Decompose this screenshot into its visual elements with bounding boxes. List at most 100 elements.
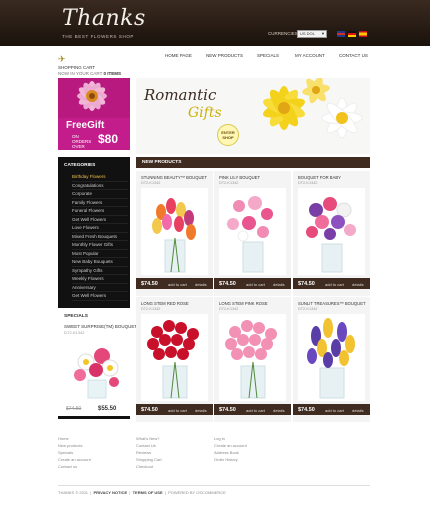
currency-value: US DOL	[300, 31, 315, 36]
category-item[interactable]: Funeral Flowers	[72, 207, 128, 216]
category-item[interactable]: Congratulations	[72, 182, 128, 190]
terms-link[interactable]: TERMS OF USE	[133, 490, 163, 495]
promo-condition: ON ORDERS OVER	[72, 134, 92, 149]
details-button[interactable]: details	[195, 408, 207, 413]
product-name[interactable]: LONG STEM PINK ROSE	[219, 301, 268, 306]
product-card: SUNLIT TREASURES™ BOUQUET DT2-K1342 $74.…	[293, 297, 370, 422]
category-item[interactable]: Love Flowers	[72, 224, 128, 233]
product-card: LONG STEM PINK ROSE DT2-K1342 $74.50 add…	[214, 297, 291, 422]
cart-count[interactable]: 0 ITEMS	[104, 71, 122, 76]
cart-summary: NOW IN YOUR CART 0 ITEMS	[58, 71, 122, 76]
product-code: DT2-K1342	[141, 307, 161, 311]
product-code: DT2-K1342	[141, 181, 161, 185]
product-name[interactable]: LONG STEM RED ROSE	[141, 301, 189, 306]
footer-link[interactable]: Order History	[214, 457, 247, 464]
privacy-link[interactable]: PRIVACY NOTICE	[93, 490, 127, 495]
german-flag-icon[interactable]	[348, 31, 356, 37]
footer-link[interactable]: Reviews	[136, 450, 162, 457]
product-image[interactable]	[219, 188, 286, 275]
main-nav: HOME PAGE NEW PRODUCTS SPECIALS MY ACCOU…	[157, 53, 369, 63]
footer-link[interactable]: Create an account	[214, 443, 247, 450]
category-item[interactable]: Most Popular	[72, 250, 128, 258]
category-item[interactable]: Mixed Fresh Bouquets	[72, 233, 128, 241]
english-flag-icon[interactable]	[337, 31, 345, 37]
shopping-cart-icon[interactable]: ✈	[58, 54, 66, 65]
specials-product-name[interactable]: SWEET SURPRISE(TM) BOUQUET	[64, 324, 137, 329]
currencies-label: CURRENCIES:	[268, 31, 300, 36]
footer-link[interactable]: Log in	[214, 436, 247, 443]
cart-title[interactable]: SHOPPING CART	[58, 65, 95, 70]
product-action-bar: $74.50 add to cart details	[136, 404, 213, 415]
categories-list: Birthday Flowers Congratulations Corpora…	[72, 173, 128, 301]
specials-product-code: DT2-K1342	[64, 330, 85, 335]
footer-link[interactable]: Checkout	[136, 464, 162, 471]
product-image[interactable]	[219, 314, 286, 401]
site-tagline: THE BEST FLOWERS SHOP	[62, 34, 135, 39]
nav-contact-us[interactable]: CONTACT US	[339, 53, 368, 58]
category-item[interactable]: Birthday Flowers	[72, 173, 128, 182]
category-item[interactable]: Sympathy Gifts	[72, 267, 128, 275]
category-item[interactable]: New Baby Bouquets	[72, 258, 128, 267]
site-logo[interactable]: Thanks	[62, 6, 146, 31]
footer-link[interactable]: Contact us	[58, 464, 91, 471]
product-price: $74.50	[298, 281, 315, 287]
footer-link[interactable]: Contact Us	[136, 443, 162, 450]
category-item[interactable]: Get Well Flowers	[72, 216, 128, 224]
hero-banner[interactable]: Romantic Gifts ENTER SHOP	[136, 78, 370, 154]
footer-link[interactable]: Specials	[58, 450, 91, 457]
product-name[interactable]: BOUQUET FOR BABY	[298, 175, 341, 180]
footer-link[interactable]: Address Book	[214, 450, 247, 457]
add-to-cart-button[interactable]: add to cart	[325, 408, 344, 413]
footer-link[interactable]: Create an account	[58, 457, 91, 464]
add-to-cart-button[interactable]: add to cart	[168, 282, 187, 287]
nav-home[interactable]: HOME PAGE	[165, 53, 192, 58]
footer-column-account: Log in Create an account Address Book Or…	[214, 436, 247, 464]
category-item[interactable]: Corporate	[72, 190, 128, 199]
product-name[interactable]: STUNNING BEAUTY™ BOUQUET	[141, 175, 207, 180]
free-gift-promo[interactable]: FreeGift ON ORDERS OVER $80	[58, 78, 130, 150]
footer-link[interactable]: New products	[58, 443, 91, 450]
product-image[interactable]	[298, 314, 365, 401]
product-price: $74.50	[141, 407, 158, 413]
details-button[interactable]: details	[273, 408, 285, 413]
footer-link[interactable]: Shopping Cart	[136, 457, 162, 464]
product-name[interactable]: PINK LILY BOUQUET	[219, 175, 260, 180]
category-item[interactable]: Weekly Flowers	[72, 275, 128, 284]
powered-by-link[interactable]: POWERED BY OSCOMMERCE	[168, 490, 226, 495]
spanish-flag-icon[interactable]	[359, 31, 367, 37]
category-item[interactable]: Anniversary	[72, 284, 128, 292]
footer-link[interactable]: What's New?	[136, 436, 162, 443]
nav-new-products[interactable]: NEW PRODUCTS	[206, 53, 243, 58]
promo-threshold: $80	[98, 132, 119, 146]
product-action-bar: $74.50 add to cart details	[293, 404, 370, 415]
footer-column-main: Home New products Specials Create an acc…	[58, 436, 91, 471]
product-image[interactable]	[141, 188, 208, 275]
product-name[interactable]: SUNLIT TREASURES™ BOUQUET	[298, 301, 366, 306]
category-item[interactable]: Monthly Flower Gifts	[72, 241, 128, 250]
promo-headline: FreeGift	[66, 120, 105, 131]
product-image[interactable]	[298, 188, 365, 275]
add-to-cart-button[interactable]: add to cart	[325, 282, 344, 287]
details-button[interactable]: details	[273, 282, 285, 287]
product-image[interactable]	[141, 314, 208, 401]
add-to-cart-button[interactable]: add to cart	[246, 282, 265, 287]
footer-bottom: THANKS © 2011 | PRIVACY NOTICE | TERMS O…	[58, 490, 226, 495]
nav-specials[interactable]: SPECIALS	[257, 53, 279, 58]
details-button[interactable]: details	[195, 282, 207, 287]
footer-link[interactable]: Home	[58, 436, 91, 443]
add-to-cart-button[interactable]: add to cart	[246, 408, 265, 413]
specials-product-image[interactable]	[68, 342, 126, 400]
product-card: STUNNING BEAUTY™ BOUQUET DT2-K1342 $74.5…	[136, 171, 213, 296]
enter-shop-button[interactable]: ENTER SHOP	[217, 124, 239, 146]
footer-divider	[58, 485, 370, 486]
product-code: DT2-K1342	[298, 307, 318, 311]
specials-old-price: $74.50	[66, 406, 82, 412]
details-button[interactable]: details	[352, 282, 364, 287]
product-action-bar: $74.50 add to cart details	[214, 404, 291, 415]
category-item[interactable]: Family Flowers	[72, 199, 128, 207]
currency-select[interactable]: US DOL ▼	[297, 30, 327, 38]
category-item[interactable]: Get Well Flowers	[72, 292, 128, 301]
nav-my-account[interactable]: MY ACCOUNT	[295, 53, 325, 58]
add-to-cart-button[interactable]: add to cart	[168, 408, 187, 413]
details-button[interactable]: details	[352, 408, 364, 413]
